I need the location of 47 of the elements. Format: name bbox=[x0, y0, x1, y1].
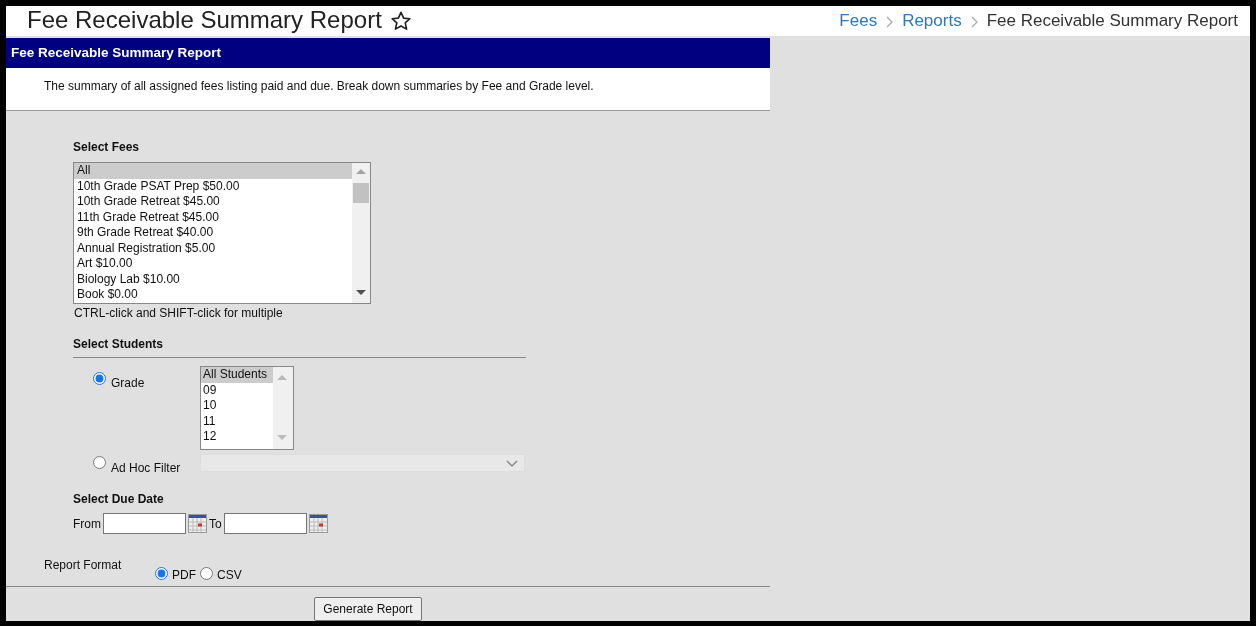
fees-listbox[interactable]: All 10th Grade PSAT Prep $50.00 10th Grade Retreat $45.00 11th Grade Retreat $45.00 9th Grade Retreat $40.00 Annual Registration $5.00 Art $10.00 Biology Lab $10.00 Book $0.00 bbox=[73, 162, 371, 304]
grade-listbox[interactable]: All Students 09 10 11 12 bbox=[200, 366, 294, 450]
chevron-down-icon bbox=[506, 459, 518, 467]
list-option[interactable]: 9th Grade Retreat $40.00 bbox=[74, 225, 352, 241]
section-label: Select Fees bbox=[73, 139, 141, 156]
star-icon[interactable] bbox=[389, 9, 412, 32]
breadcrumb-link[interactable]: Reports bbox=[902, 8, 962, 34]
radio-button[interactable] bbox=[155, 566, 168, 580]
list-option[interactable]: Book $0.00 bbox=[74, 287, 352, 303]
breadcrumb-current: Fee Receivable Summary Report bbox=[986, 10, 1238, 33]
radio-label: Grade bbox=[111, 375, 145, 392]
list-option[interactable]: 10th Grade PSAT Prep $50.00 bbox=[74, 178, 352, 194]
section-label: Select Due Date bbox=[73, 491, 165, 508]
list-option[interactable]: 10 bbox=[201, 398, 273, 414]
from-label: From bbox=[73, 515, 101, 533]
radio-button[interactable] bbox=[93, 372, 106, 385]
section-label: Select Students bbox=[73, 337, 164, 351]
list-option[interactable]: All bbox=[74, 163, 352, 179]
list-option[interactable]: 09 bbox=[201, 382, 273, 398]
scrollbar-thumb[interactable] bbox=[353, 183, 369, 203]
generate-report-button[interactable]: Generate Report bbox=[314, 597, 422, 621]
hint-text: CTRL-click and SHIFT-click for multiple bbox=[74, 305, 283, 322]
chevron-icon bbox=[970, 15, 978, 28]
list-option[interactable]: 12 bbox=[201, 429, 273, 445]
report-format-label: Report Format bbox=[44, 557, 123, 574]
radio-label: CSV bbox=[217, 567, 242, 584]
radio-label: Ad Hoc Filter bbox=[111, 460, 181, 477]
from-date-field[interactable] bbox=[103, 513, 186, 534]
scroll-down-icon[interactable] bbox=[356, 290, 366, 296]
calendar-icon[interactable] bbox=[308, 514, 328, 533]
list-option[interactable]: 11 bbox=[201, 413, 273, 429]
list-option[interactable]: Art $10.00 bbox=[74, 256, 352, 272]
description-text: The summary of all assigned fees listing paid and due. Break down summaries by Fee and Grade level. bbox=[44, 79, 594, 93]
calendar-icon[interactable] bbox=[188, 514, 207, 533]
list-option[interactable]: Annual Registration $5.00 bbox=[74, 240, 352, 256]
breadcrumb-link[interactable]: Fees bbox=[839, 8, 878, 34]
to-label: To bbox=[209, 515, 222, 533]
panel-title: Fee Receivable Summary Report bbox=[6, 37, 770, 68]
page-title: Fee Receivable Summary Report bbox=[27, 6, 382, 36]
list-option[interactable]: All Students bbox=[201, 367, 273, 383]
radio-button[interactable] bbox=[200, 566, 213, 580]
list-option[interactable]: Biology Lab $10.00 bbox=[74, 271, 352, 287]
radio-label: PDF bbox=[172, 567, 196, 584]
list-option[interactable]: 10th Grade Retreat $45.00 bbox=[74, 194, 352, 210]
list-option[interactable]: 11th Grade Retreat $45.00 bbox=[74, 209, 352, 225]
chevron-icon bbox=[886, 15, 894, 28]
to-date-field[interactable] bbox=[223, 513, 307, 534]
